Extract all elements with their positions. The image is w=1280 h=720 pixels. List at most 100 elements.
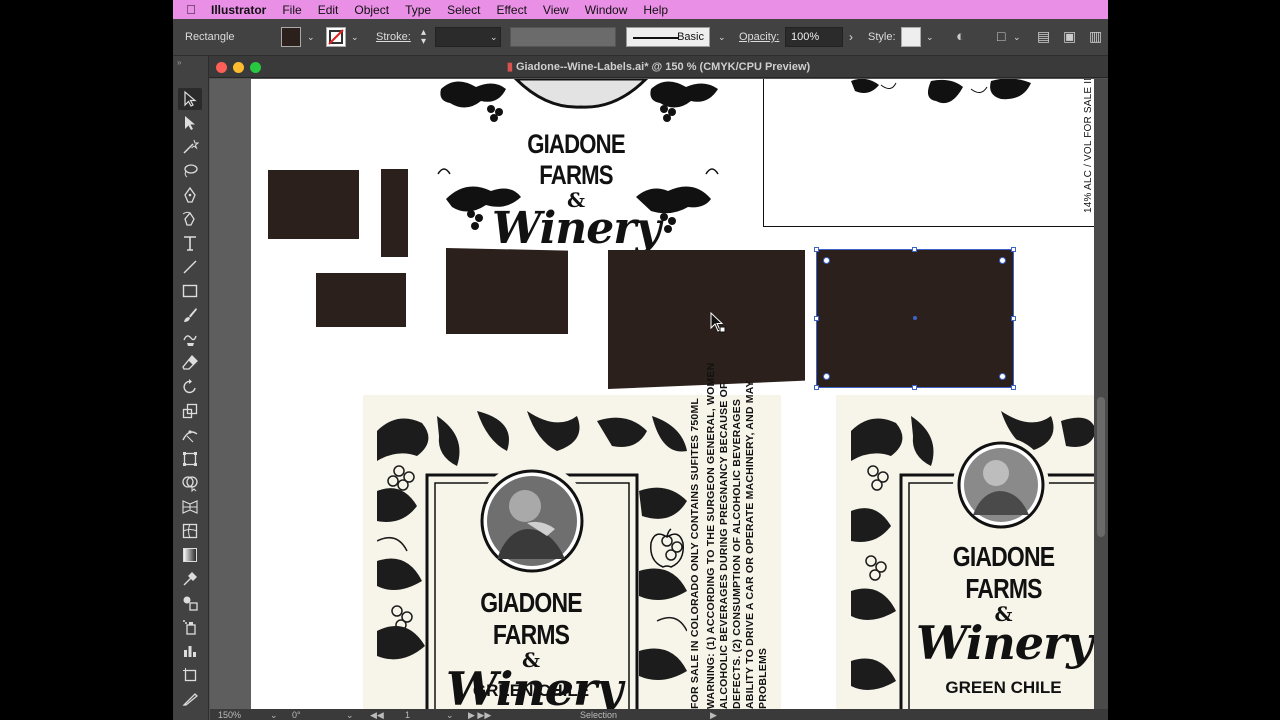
- line-segment-tool-icon[interactable]: [178, 256, 202, 278]
- shape-builder-tool-icon[interactable]: [178, 472, 202, 494]
- corner-widget-top-left[interactable]: [823, 257, 830, 264]
- dark-rectangle-3[interactable]: [316, 273, 406, 327]
- rotation-value[interactable]: 0°: [292, 710, 301, 720]
- brand-script-right: Winery: [916, 616, 1093, 670]
- handle-bottom-left[interactable]: [814, 385, 819, 390]
- menu-help[interactable]: Help: [635, 3, 676, 17]
- handle-bottom-center[interactable]: [912, 385, 917, 390]
- direct-selection-tool-icon[interactable]: [178, 112, 202, 134]
- menu-app-name[interactable]: Illustrator: [209, 3, 274, 17]
- menu-select[interactable]: Select: [439, 3, 488, 17]
- style-dropdown-icon[interactable]: ⌄: [926, 32, 934, 43]
- fill-color-swatch[interactable]: [281, 27, 301, 47]
- next-artboard-icon[interactable]: ▶ ▶▶: [468, 710, 491, 720]
- stroke-weight-stepper[interactable]: ▴ ▾: [421, 28, 426, 47]
- zoom-dropdown-icon[interactable]: ⌄: [270, 710, 278, 720]
- gradient-tool-icon[interactable]: [178, 544, 202, 566]
- eyedropper-tool-icon[interactable]: [178, 568, 202, 590]
- handle-top-right[interactable]: [1011, 247, 1016, 252]
- status-bar: 150% ⌄ 0° ⌄ ◀◀ 1 ⌄ ▶ ▶▶ Selection ▶: [210, 709, 1108, 720]
- slice-tool-icon[interactable]: [178, 688, 202, 710]
- artboard-number[interactable]: 1: [405, 710, 410, 720]
- align-center-icon[interactable]: ▣: [1063, 28, 1076, 45]
- opacity-field[interactable]: 100%: [785, 27, 843, 47]
- transform-icon[interactable]: □: [997, 28, 1005, 44]
- vertical-scrollbar[interactable]: [1094, 79, 1108, 709]
- corner-widget-bottom-right[interactable]: [999, 373, 1006, 380]
- menu-window[interactable]: Window: [577, 3, 636, 17]
- magic-wand-tool-icon[interactable]: [178, 136, 202, 158]
- variable-width-profile[interactable]: [510, 27, 616, 47]
- style-label: Style:: [868, 31, 896, 43]
- handle-top-left[interactable]: [814, 247, 819, 252]
- menu-file[interactable]: File: [274, 3, 309, 17]
- artboard-tool-icon[interactable]: [178, 664, 202, 686]
- curvature-tool-icon[interactable]: [178, 208, 202, 230]
- dark-rectangle-1[interactable]: [268, 170, 359, 239]
- width-tool-icon[interactable]: [178, 424, 202, 446]
- align-left-icon[interactable]: ▤: [1037, 28, 1050, 45]
- shaper-tool-icon[interactable]: [178, 328, 202, 350]
- brush-stroke-preview: [633, 37, 679, 39]
- canvas-pasteboard[interactable]: GIADONE FARMS & Winery 14% ALC / VOL FOR…: [210, 79, 1108, 709]
- type-tool-icon[interactable]: [178, 232, 202, 254]
- document-title-text: Giadone--Wine-Labels.ai* @ 150 % (CMYK/C…: [515, 61, 811, 73]
- side-alcohol-text: 14% ALC / VOL FOR SALE IN: [1083, 79, 1094, 213]
- blend-tool-icon[interactable]: [178, 592, 202, 614]
- menu-type[interactable]: Type: [397, 3, 439, 17]
- pen-tool-icon[interactable]: [178, 184, 202, 206]
- artboard[interactable]: GIADONE FARMS & Winery 14% ALC / VOL FOR…: [251, 79, 1094, 709]
- handle-top-center[interactable]: [912, 247, 917, 252]
- recolor-artwork-icon[interactable]: ◐: [956, 28, 965, 45]
- transform-dropdown-icon[interactable]: ⌄: [1013, 32, 1021, 43]
- top-brand-lockup[interactable]: GIADONE FARMS & Winery: [471, 129, 681, 251]
- handle-bottom-right[interactable]: [1011, 385, 1016, 390]
- dark-rectangle-2[interactable]: [381, 169, 408, 257]
- brush-definition[interactable]: Basic: [626, 27, 710, 47]
- stroke-none-swatch[interactable]: [326, 27, 346, 47]
- menu-object[interactable]: Object: [346, 3, 397, 17]
- lasso-tool-icon[interactable]: [178, 160, 202, 182]
- brand-title-left: GIADONE FARMS: [480, 587, 582, 650]
- product-name-left: GREEN CHILE: [472, 681, 590, 700]
- corner-widget-bottom-left[interactable]: [823, 373, 830, 380]
- selection-tool-icon[interactable]: [178, 88, 202, 110]
- symbol-sprayer-tool-icon[interactable]: [178, 616, 202, 638]
- fill-dropdown-icon[interactable]: ⌄: [307, 32, 315, 43]
- first-artboard-icon[interactable]: ◀◀: [370, 710, 384, 720]
- opacity-expand-icon[interactable]: ›: [849, 30, 853, 44]
- corner-widget-top-right[interactable]: [999, 257, 1006, 264]
- panel-grip-icon[interactable]: »: [177, 58, 181, 67]
- dark-rectangle-4[interactable]: [446, 248, 568, 334]
- eraser-tool-icon[interactable]: [178, 352, 202, 374]
- document-title: ▮ Giadone--Wine-Labels.ai* @ 150 % (CMYK…: [209, 60, 1108, 73]
- stroke-dropdown-icon[interactable]: ⌄: [351, 32, 359, 43]
- status-menu-icon[interactable]: ▶: [710, 710, 717, 720]
- opacity-label[interactable]: Opacity:: [739, 31, 779, 43]
- rotation-dropdown-icon[interactable]: ⌄: [346, 710, 354, 720]
- handle-middle-right[interactable]: [1011, 316, 1016, 321]
- graphic-style-swatch[interactable]: [901, 27, 921, 47]
- column-graph-tool-icon[interactable]: [178, 640, 202, 662]
- menu-view[interactable]: View: [535, 3, 577, 17]
- apple-icon[interactable]: : [173, 2, 209, 17]
- menu-effect[interactable]: Effect: [488, 3, 534, 17]
- brush-dropdown-icon[interactable]: ⌄: [718, 32, 726, 43]
- paintbrush-tool-icon[interactable]: [178, 304, 202, 326]
- warning-line-5: PROBLEMS: [757, 647, 769, 709]
- vertical-scroll-thumb[interactable]: [1097, 397, 1105, 537]
- stroke-weight-dropdown-icon[interactable]: ⌄: [490, 32, 498, 43]
- mesh-tool-icon[interactable]: [178, 520, 202, 542]
- handle-middle-left[interactable]: [814, 316, 819, 321]
- bottom-right-brand-lockup[interactable]: GIADONE FARMS & Winery: [916, 541, 1093, 670]
- menu-edit[interactable]: Edit: [310, 3, 347, 17]
- rectangle-tool-icon[interactable]: [178, 280, 202, 302]
- perspective-grid-tool-icon[interactable]: [178, 496, 202, 518]
- scale-tool-icon[interactable]: [178, 400, 202, 422]
- free-transform-tool-icon[interactable]: [178, 448, 202, 470]
- stroke-label[interactable]: Stroke:: [376, 31, 411, 43]
- zoom-level[interactable]: 150%: [218, 710, 241, 720]
- align-right-icon[interactable]: ▥: [1089, 28, 1102, 45]
- artboard-dropdown-icon[interactable]: ⌄: [446, 710, 454, 720]
- rotate-tool-icon[interactable]: [178, 376, 202, 398]
